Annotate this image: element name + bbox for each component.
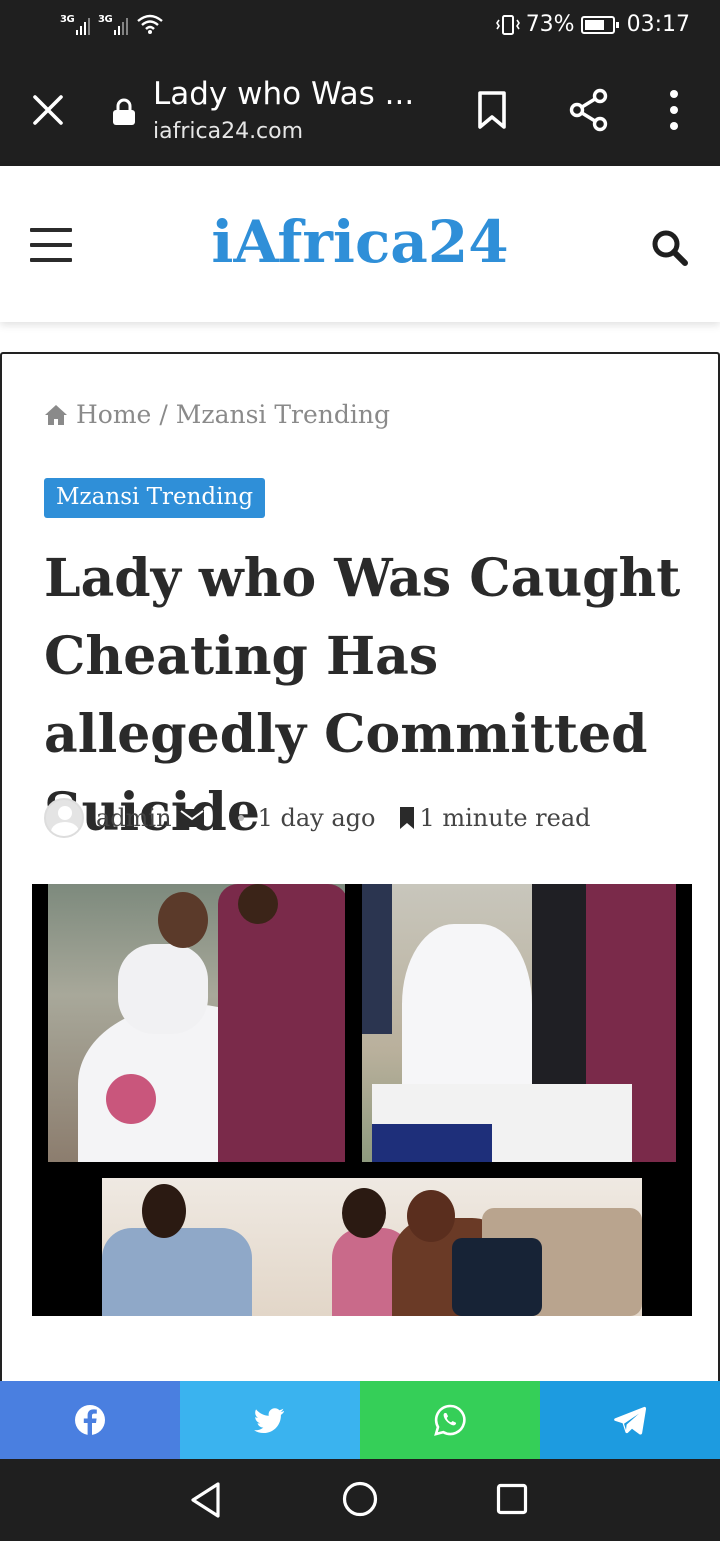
system-navigation-bar	[0, 1459, 720, 1541]
wifi-icon	[137, 14, 163, 34]
whatsapp-icon	[434, 1404, 466, 1436]
breadcrumb-home[interactable]: Home	[76, 400, 151, 429]
lock-icon[interactable]	[112, 98, 136, 126]
vibrate-icon	[495, 14, 520, 35]
bookmark-icon	[400, 807, 415, 829]
article-meta: admin 1 day ago 1 minute read	[44, 798, 591, 838]
network-type-label: 3G	[98, 14, 113, 25]
image-panel-confrontation	[102, 1178, 642, 1316]
page-title[interactable]: Lady who Was ...	[153, 76, 414, 112]
status-right: 73% 03:17	[495, 12, 690, 37]
share-twitter-button[interactable]	[180, 1381, 360, 1459]
share-whatsapp-button[interactable]	[360, 1381, 540, 1459]
search-icon[interactable]	[650, 228, 690, 268]
featured-image[interactable]	[32, 884, 692, 1316]
post-date: 1 day ago	[257, 804, 376, 832]
signal-strength-icon: 3G	[60, 12, 90, 35]
share-icon[interactable]	[568, 88, 610, 132]
signal-strength-icon: 3G	[98, 12, 128, 35]
clock: 03:17	[626, 12, 690, 37]
battery-percent: 73%	[525, 12, 575, 37]
category-badge[interactable]: Mzansi Trending	[44, 478, 266, 518]
site-header: iAfrica24	[0, 166, 720, 322]
avatar[interactable]	[44, 798, 84, 838]
image-panel-ceremony	[362, 884, 676, 1162]
back-icon[interactable]	[188, 1481, 224, 1519]
breadcrumb: Home / Mzansi Trending	[44, 400, 390, 429]
bookmark-icon[interactable]	[476, 90, 508, 130]
facebook-icon	[75, 1405, 105, 1436]
breadcrumb-current: Mzansi Trending	[175, 400, 390, 429]
twitter-icon	[254, 1408, 284, 1433]
breadcrumb-separator: /	[159, 400, 168, 429]
telegram-icon	[614, 1406, 647, 1435]
share-bar	[0, 1381, 720, 1459]
mail-icon[interactable]	[179, 809, 204, 827]
url-display[interactable]: iafrica24.com	[153, 119, 303, 144]
close-icon[interactable]	[30, 92, 66, 128]
share-telegram-button[interactable]	[540, 1381, 720, 1459]
read-time: 1 minute read	[419, 804, 591, 832]
network-type-label: 3G	[60, 14, 75, 25]
image-panel-couple	[48, 884, 345, 1162]
battery-icon	[580, 15, 619, 34]
recent-apps-icon[interactable]	[496, 1483, 528, 1515]
home-icon	[45, 404, 67, 425]
signal-indicators: 3G 3G	[60, 12, 164, 35]
site-logo[interactable]: iAfrica24	[0, 208, 720, 276]
article-card: Home / Mzansi Trending Mzansi Trending L…	[0, 352, 720, 1382]
status-bar: 3G 3G 73% 03:17	[0, 0, 720, 56]
meta-separator-dot	[237, 815, 244, 821]
home-circle-icon[interactable]	[342, 1481, 378, 1517]
more-vert-icon[interactable]	[664, 88, 684, 132]
browser-toolbar: Lady who Was ... iafrica24.com	[0, 56, 720, 166]
author-name[interactable]: admin	[96, 804, 172, 832]
share-facebook-button[interactable]	[0, 1381, 180, 1459]
